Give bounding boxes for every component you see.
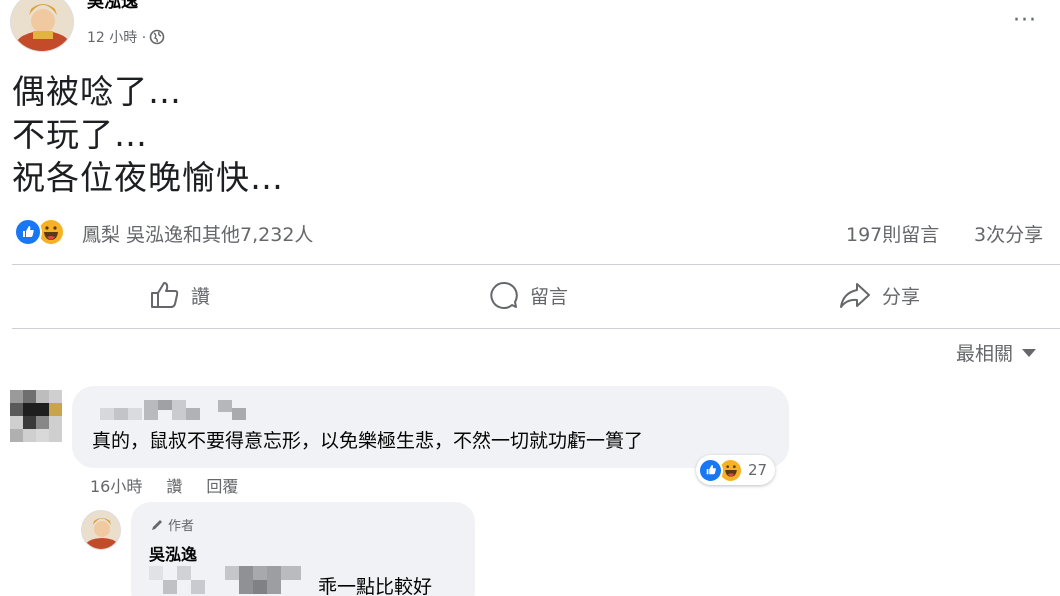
reactions-summary[interactable]: 鳳梨 吳泓逸和其他7,232人 — [82, 220, 313, 247]
globe-icon — [149, 29, 165, 45]
author-badge: 作者 — [150, 515, 194, 534]
avatar-image — [11, 0, 73, 51]
share-count[interactable]: 3次分享 — [974, 220, 1043, 247]
post-text-line-1: 偶被唸了… — [12, 72, 182, 111]
post-time[interactable]: 12 小時 · — [87, 27, 146, 47]
comment-sort-dropdown[interactable]: 最相關 — [956, 339, 1037, 366]
comment-bubble-icon — [490, 281, 518, 309]
reply-author-name[interactable]: 吳泓逸 — [149, 541, 197, 565]
comment-text: 真的，鼠叔不要得意忘形，以免樂極生悲，不然一切就功虧一簣了 — [92, 430, 644, 452]
share-arrow-icon — [840, 283, 870, 308]
comment-reaction-count: 27 — [748, 461, 768, 479]
divider — [12, 264, 1060, 265]
share-button[interactable]: 分享 — [838, 280, 920, 310]
share-label: 分享 — [882, 285, 921, 308]
pixelated-avatar-image — [10, 390, 62, 442]
author-name[interactable]: 吳泓逸 — [87, 0, 138, 12]
pencil-icon — [152, 519, 162, 530]
avatar-image — [82, 511, 120, 549]
comment-button[interactable]: 留言 — [488, 280, 568, 310]
like-button[interactable]: 讚 — [149, 280, 210, 310]
blurred-mention — [149, 566, 305, 596]
post-text-line-3: 祝各位夜晚愉快… — [12, 158, 284, 197]
comment-actions: 16小時 讚 回覆 — [90, 473, 238, 497]
reply-text: 乖一點比較好 — [318, 576, 433, 596]
post-meta: 12 小時 · — [87, 27, 165, 47]
more-options-icon[interactable]: ··· — [1013, 8, 1037, 33]
post-text-line-2: 不玩了… — [12, 115, 148, 154]
commenter-avatar[interactable] — [10, 390, 62, 442]
comment-time[interactable]: 16小時 — [90, 473, 142, 497]
thumbs-up-icon — [151, 282, 179, 308]
comment-count[interactable]: 197則留言 — [846, 220, 939, 247]
comment-label: 留言 — [530, 285, 569, 308]
divider — [12, 328, 1060, 329]
blurred-commenter-name — [100, 400, 260, 422]
caret-down-icon — [1022, 348, 1037, 357]
like-reaction-icon — [698, 457, 723, 483]
like-label: 讚 — [191, 285, 211, 308]
like-reaction-icon — [14, 218, 42, 246]
comment-reactions[interactable]: 27 — [696, 455, 776, 485]
author-badge-label: 作者 — [168, 519, 195, 534]
reply-author-avatar[interactable] — [81, 510, 121, 550]
comment-like-link[interactable]: 讚 — [166, 473, 182, 497]
reaction-icons[interactable] — [14, 218, 65, 246]
sort-label: 最相關 — [956, 343, 1014, 365]
comment-reply-link[interactable]: 回覆 — [206, 473, 238, 497]
author-avatar[interactable] — [10, 0, 74, 52]
